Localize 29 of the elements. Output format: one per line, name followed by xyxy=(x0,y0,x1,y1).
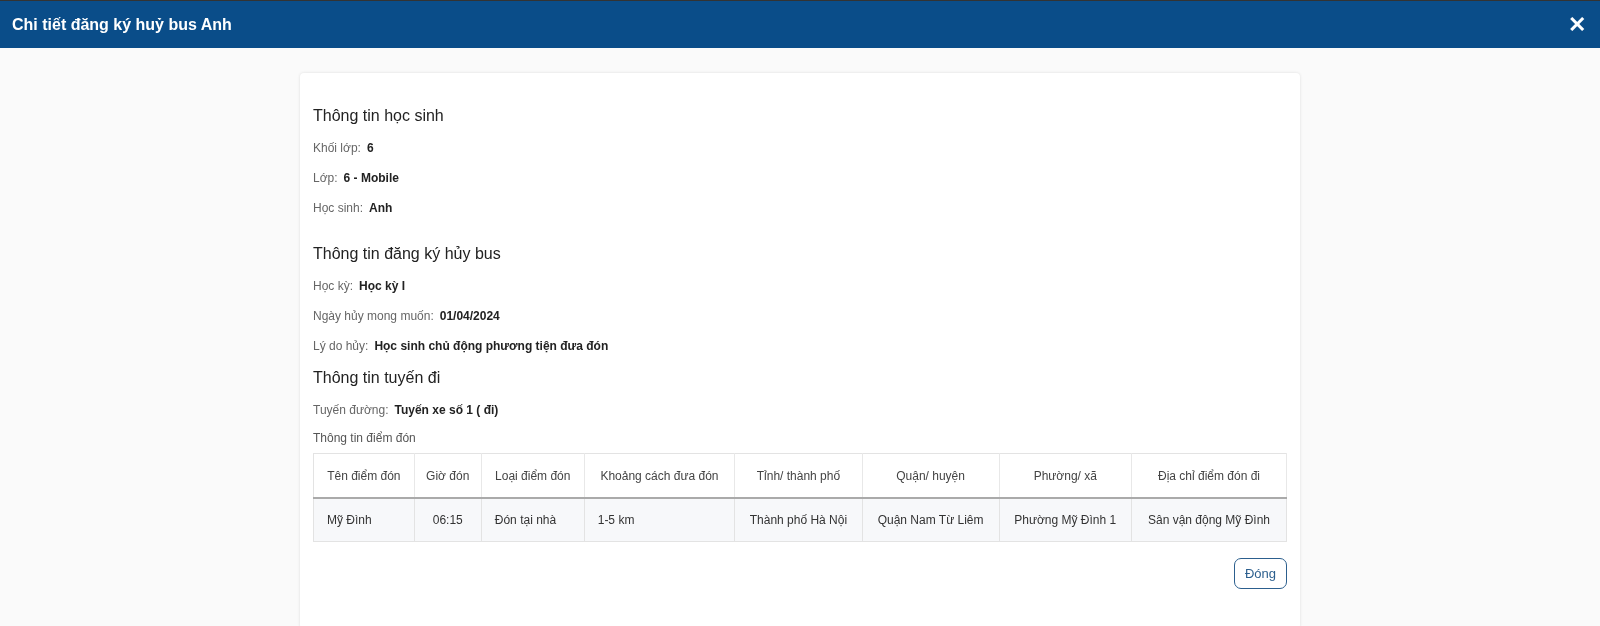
field-label: Ngày hủy mong muốn: xyxy=(313,309,434,323)
close-button[interactable]: ✕ xyxy=(1568,11,1586,38)
table-cell: Thành phố Hà Nội xyxy=(734,498,863,542)
field-label: Tuyến đường: xyxy=(313,403,389,417)
field-label: Học kỳ: xyxy=(313,279,353,293)
field-value: Học kỳ I xyxy=(359,279,406,293)
section-heading: Thông tin tuyến đi xyxy=(313,369,442,387)
field-value: 6 xyxy=(366,141,374,155)
table-cell: 1-5 km xyxy=(584,498,735,542)
table-cell: Phường Mỹ Đình 1 xyxy=(999,498,1132,542)
field-value: Học sinh chủ động phương tiện đưa đón xyxy=(374,339,609,353)
field-value: 01/04/2024 xyxy=(439,309,500,323)
field-label: Lớp: xyxy=(313,171,338,185)
field-value: 6 - Mobile xyxy=(343,171,399,185)
field-label: Học sinh: xyxy=(313,201,364,215)
section-heading: Thông tin học sinh xyxy=(313,107,445,125)
table-cell: Sân vận động Mỹ Đình xyxy=(1131,498,1287,542)
close-button[interactable]: Đóng xyxy=(1233,558,1287,589)
table-cell: Đón tại nhà xyxy=(481,498,585,542)
field-label: Khối lớp: xyxy=(313,141,361,155)
table-cell: Quận Nam Từ Liêm xyxy=(862,498,999,542)
field-value: Anh xyxy=(369,201,393,215)
field-value: Tuyến xe số 1 ( đi) xyxy=(394,403,499,417)
section-heading: Thông tin đăng ký hủy bus xyxy=(313,245,502,263)
table-cell: 06:15 xyxy=(414,498,482,542)
field-label: Lý do hủy: xyxy=(313,339,369,353)
dialog-title: Chi tiết đăng ký huỷ bus Anh xyxy=(12,15,232,34)
table-cell: Mỹ Đình xyxy=(313,498,415,542)
table-caption: Thông tin điểm đón xyxy=(313,431,417,445)
